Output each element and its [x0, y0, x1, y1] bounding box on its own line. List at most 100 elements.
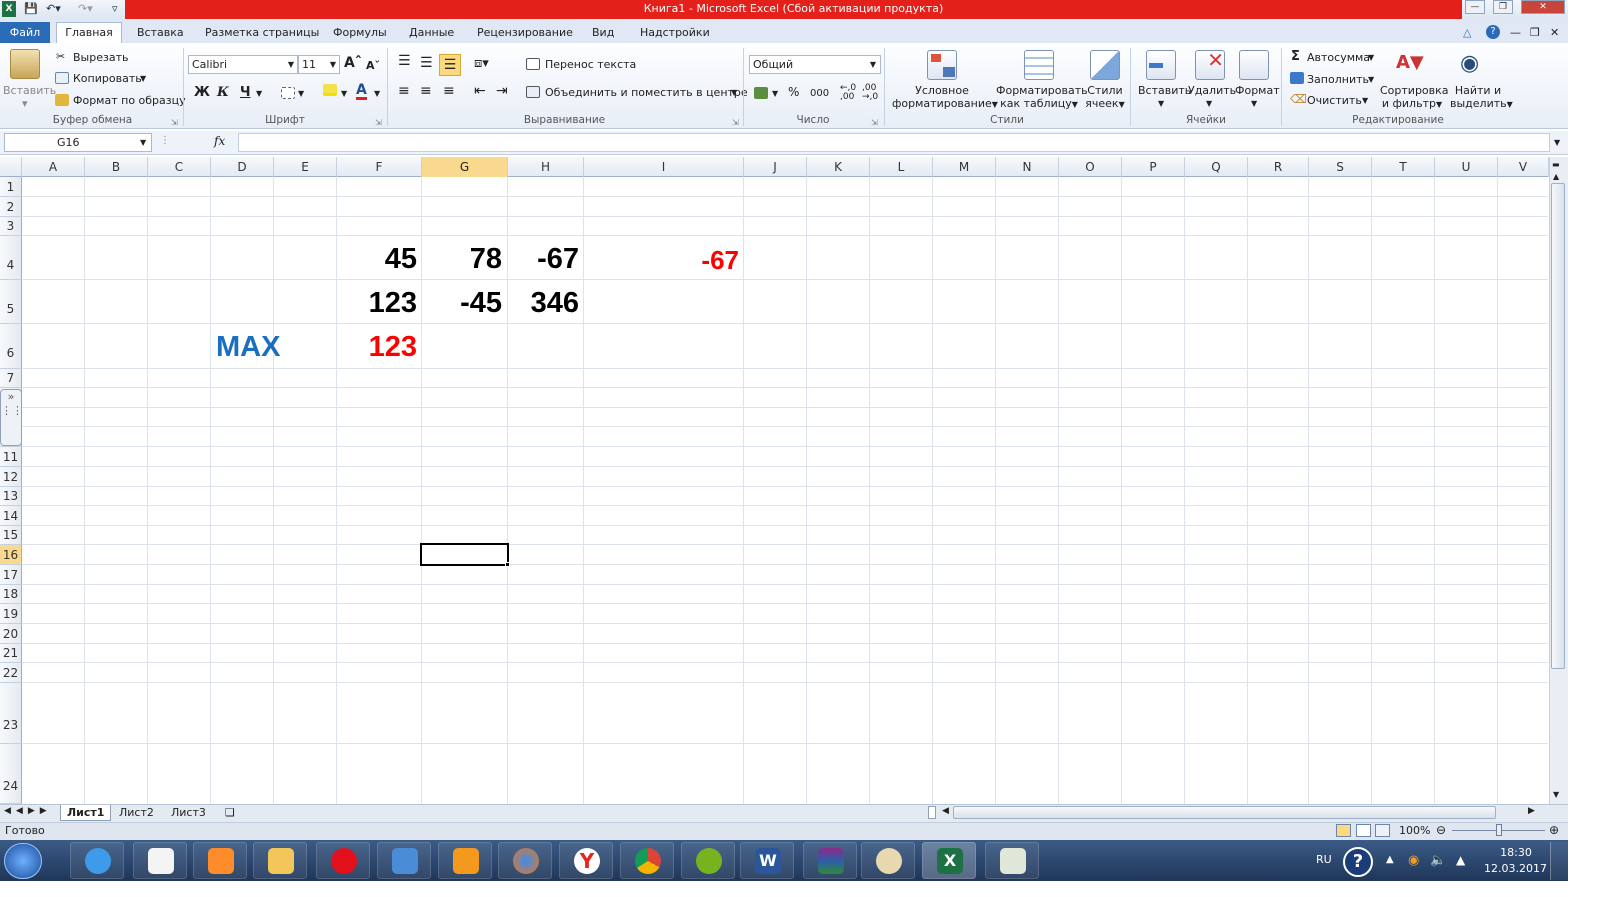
tab-split-handle[interactable]	[928, 806, 936, 819]
cell-G5[interactable]: -45	[422, 286, 502, 320]
tab-review[interactable]: Рецензирование	[477, 24, 573, 43]
column-header[interactable]: T	[1372, 157, 1435, 177]
row-header[interactable]: 6	[0, 324, 22, 369]
normal-view-icon[interactable]	[1336, 824, 1351, 837]
insert-function-button[interactable]: fx	[214, 134, 225, 148]
vertical-scroll-thumb[interactable]	[1551, 183, 1565, 669]
row-header[interactable]: 4	[0, 236, 22, 280]
decrease-font-icon[interactable]: Aˇ	[366, 59, 380, 72]
tab-formulas[interactable]: Формулы	[333, 24, 387, 43]
active-cell-cursor[interactable]	[420, 543, 509, 566]
borders-icon[interactable]	[281, 87, 295, 99]
column-header[interactable]: L	[870, 157, 933, 177]
taskbar-paint[interactable]	[861, 842, 915, 879]
clock-date[interactable]: 12.03.2017	[1484, 862, 1547, 875]
format-dropdown-icon[interactable]: ▼	[1251, 97, 1257, 110]
format-cells-button[interactable]: Формат	[1235, 84, 1280, 97]
paste-button[interactable]: Вставить	[3, 84, 56, 97]
zoom-slider-thumb[interactable]	[1496, 824, 1502, 836]
merge-center-button[interactable]: Объединить и поместить в центре	[545, 86, 748, 99]
merge-dropdown-icon[interactable]: ▼	[731, 86, 737, 99]
row-header[interactable]: 2	[0, 197, 22, 217]
delete-cells-button[interactable]: Удалить	[1188, 84, 1236, 97]
cell-F5[interactable]: 123	[337, 286, 417, 320]
row-header[interactable]: 15	[0, 526, 22, 545]
doc-restore-icon[interactable]: ❐	[1530, 24, 1540, 43]
column-header[interactable]: Q	[1185, 157, 1248, 177]
currency-icon[interactable]	[754, 87, 768, 99]
row-header[interactable]: 18	[0, 585, 22, 604]
number-launcher-icon[interactable]: ⇲	[871, 116, 878, 129]
sheet-tab[interactable]: Лист2	[113, 805, 160, 821]
network-icon[interactable]: ▲	[1456, 853, 1465, 867]
autosum-button[interactable]: Автосумма	[1307, 51, 1370, 64]
page-layout-view-icon[interactable]	[1356, 824, 1371, 837]
cell-styles-button[interactable]: Стили ячеек▼	[1084, 84, 1126, 111]
row-header[interactable]: 17	[0, 565, 22, 585]
expand-formula-bar-icon[interactable]: ▼	[1554, 136, 1560, 149]
row-header[interactable]: 22	[0, 663, 22, 683]
taskbar-app[interactable]	[133, 842, 187, 879]
zoom-out-icon[interactable]: ⊖	[1436, 823, 1446, 837]
column-header[interactable]: B	[85, 157, 148, 177]
decrease-decimal-icon[interactable]: ,00 →,0	[862, 84, 878, 102]
bold-button[interactable]: Ж	[194, 86, 210, 99]
fill-handle[interactable]	[505, 562, 510, 567]
show-desktop-button[interactable]	[1550, 842, 1568, 880]
minimize-ribbon-icon[interactable]: △	[1463, 24, 1471, 43]
column-header[interactable]: P	[1122, 157, 1185, 177]
tab-data[interactable]: Данные	[409, 24, 454, 43]
row-header[interactable]: 5	[0, 280, 22, 324]
taskbar-utorrent[interactable]	[681, 842, 735, 879]
column-header[interactable]: V	[1498, 157, 1549, 177]
paste-dropdown-icon[interactable]: ▾	[22, 97, 28, 110]
taskbar-media[interactable]	[193, 842, 247, 879]
column-header[interactable]: F	[337, 157, 422, 177]
volume-icon[interactable]: 🔈	[1430, 853, 1446, 868]
fill-dropdown-icon[interactable]: ▼	[1368, 73, 1374, 86]
increase-decimal-icon[interactable]: ←,0,00	[840, 84, 856, 102]
column-header[interactable]: E	[274, 157, 337, 177]
column-header[interactable]: C	[148, 157, 211, 177]
taskbar-opera[interactable]	[316, 842, 370, 879]
align-right-icon[interactable]: ≡	[443, 84, 455, 98]
zoom-level[interactable]: 100%	[1399, 824, 1430, 837]
align-bottom-icon[interactable]: ☰	[439, 54, 461, 76]
column-header[interactable]: I	[584, 157, 744, 177]
name-box[interactable]: G16	[4, 133, 152, 152]
scroll-down-icon[interactable]: ▼	[1553, 790, 1559, 799]
column-header[interactable]: H	[508, 157, 584, 177]
autosum-dropdown-icon[interactable]: ▼	[1368, 51, 1374, 64]
wrap-text-button[interactable]: Перенос текста	[545, 58, 636, 71]
column-header[interactable]: A	[22, 157, 85, 177]
start-button[interactable]	[4, 843, 42, 879]
conditional-formatting-button[interactable]: Условное форматирование▼	[892, 84, 998, 111]
redo-icon[interactable]: ↷▾	[78, 1, 93, 17]
fill-button[interactable]: Заполнить	[1307, 73, 1369, 86]
show-hidden-icons-icon[interactable]: ▲	[1386, 854, 1394, 865]
fill-color-dropdown-icon[interactable]: ▼	[341, 87, 347, 100]
tab-addins[interactable]: Надстройки	[640, 24, 710, 43]
row-header[interactable]: 14	[0, 506, 22, 526]
row-header[interactable]: 3	[0, 217, 22, 236]
cell-F6[interactable]: 123	[337, 330, 417, 364]
column-header[interactable]: S	[1309, 157, 1372, 177]
page-break-view-icon[interactable]	[1375, 824, 1390, 837]
decrease-indent-icon[interactable]: ⇤	[474, 84, 486, 98]
cell-F4[interactable]: 45	[337, 242, 417, 276]
taskbar-firefox[interactable]	[498, 842, 552, 879]
formula-input[interactable]	[238, 133, 1550, 152]
tab-home[interactable]: Главная	[56, 22, 122, 44]
row-header[interactable]: 11	[0, 447, 22, 467]
column-header[interactable]: J	[744, 157, 807, 177]
tab-page-layout[interactable]: Разметка страницы	[205, 24, 319, 43]
cell-H4[interactable]: -67	[508, 242, 579, 276]
font-launcher-icon[interactable]: ⇲	[375, 116, 382, 129]
split-handle-icon[interactable]: ▬	[1552, 160, 1560, 169]
taskbar-winrar[interactable]	[803, 842, 857, 879]
italic-button[interactable]: К	[217, 86, 229, 99]
insert-cells-button[interactable]: Вставить	[1138, 84, 1191, 97]
row-header[interactable]: 7	[0, 369, 22, 388]
row-header[interactable]: 19	[0, 604, 22, 624]
tab-file[interactable]: Файл	[0, 22, 50, 43]
